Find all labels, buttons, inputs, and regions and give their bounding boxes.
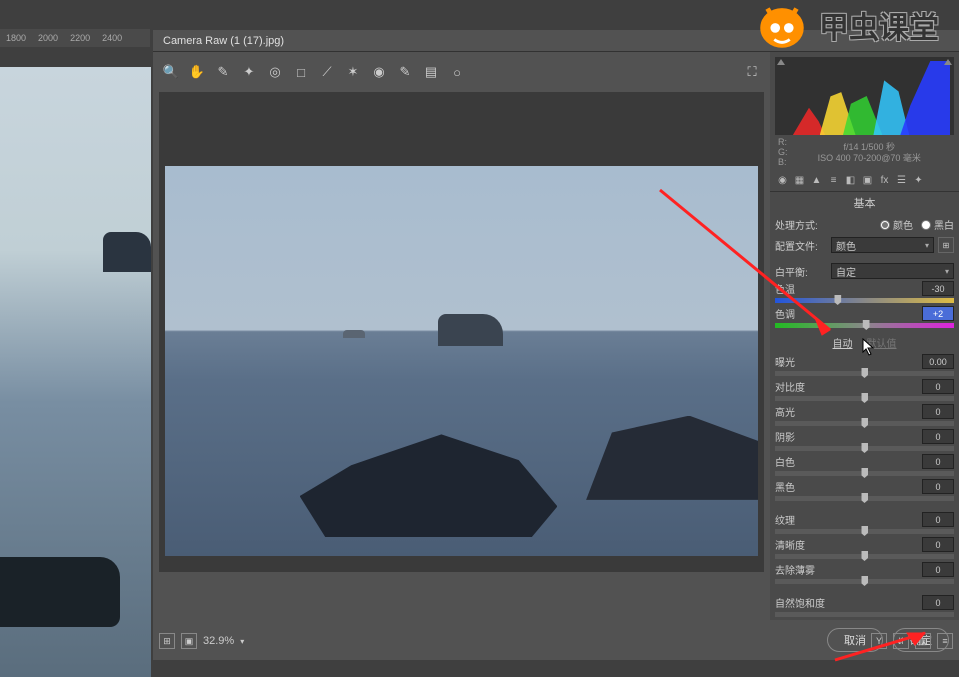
slider-value[interactable]: 0 [922, 562, 954, 577]
sampler-icon[interactable]: ✦ [241, 64, 257, 80]
rgb-readout: R:G:B: f/14 1/500 秒 ISO 400 70-200@70 毫米 [770, 135, 959, 169]
slider-黑色[interactable]: 黑色0 [770, 479, 959, 504]
target-adjust-icon[interactable]: ◎ [267, 64, 283, 80]
slider-白色[interactable]: 白色0 [770, 454, 959, 479]
zoom-dropdown-icon[interactable]: ▾ [240, 637, 244, 646]
slider-纹理[interactable]: 纹理0 [770, 512, 959, 537]
background-ruler: 1800 2000 2200 2400 [0, 29, 150, 47]
annotation-arrow-2 [825, 625, 945, 665]
bug-logo-icon [753, 0, 811, 50]
redeye-icon[interactable]: ◉ [371, 64, 387, 80]
slider-value[interactable]: 0 [922, 512, 954, 527]
slider-value[interactable]: 0 [922, 479, 954, 494]
toolbar: 🔍 ✋ ✎ ✦ ◎ □ ⟋ ✶ ◉ ✎ ▤ ○ ⛶ [159, 60, 764, 84]
grad-filter-icon[interactable]: ▤ [423, 64, 439, 80]
slider-去除薄雾[interactable]: 去除薄雾0 [770, 562, 959, 587]
radio-color[interactable]: 颜色 [880, 217, 913, 232]
tint-value: +2 [922, 306, 954, 321]
hand-tool-icon[interactable]: ✋ [189, 64, 205, 80]
expand-icon[interactable]: ⛶ [744, 64, 760, 80]
background-photo [0, 67, 151, 677]
slider-对比度[interactable]: 对比度0 [770, 379, 959, 404]
slider-value[interactable]: 0 [922, 429, 954, 444]
crop-tool-icon[interactable]: □ [293, 64, 309, 80]
slider-阴影[interactable]: 阴影0 [770, 429, 959, 454]
slider-清晰度[interactable]: 清晰度0 [770, 537, 959, 562]
brush-icon[interactable]: ✎ [397, 64, 413, 80]
slider-value[interactable]: 0 [922, 454, 954, 469]
tab-calib-icon[interactable]: ☰ [894, 173, 909, 187]
eyedropper-icon[interactable]: ✎ [215, 64, 231, 80]
mouse-cursor-icon [862, 338, 876, 356]
tab-preset-icon[interactable]: ✦ [911, 173, 926, 187]
slider-value[interactable]: 0 [922, 379, 954, 394]
vibrance-slider[interactable]: 自然饱和度0 [770, 595, 959, 620]
straighten-icon[interactable]: ⟋ [319, 64, 335, 80]
zoom-value[interactable]: 32.9% [203, 635, 234, 647]
fit-icon[interactable]: ▣ [181, 633, 197, 649]
shadow-clip-icon[interactable] [777, 59, 785, 65]
slider-value[interactable]: 0.00 [922, 354, 954, 369]
spot-removal-icon[interactable]: ✶ [345, 64, 361, 80]
footer-left: ⊞ ▣ 32.9% ▾ [159, 633, 244, 649]
histogram[interactable] [775, 57, 954, 135]
slider-value[interactable]: 0 [922, 537, 954, 552]
watermark-logo: 甲虫课堂 [753, 0, 939, 50]
tab-fx-icon[interactable]: fx [877, 173, 892, 187]
slider-高光[interactable]: 高光0 [770, 404, 959, 429]
slider-value[interactable]: 0 [922, 404, 954, 419]
vibrance-value: 0 [922, 595, 954, 610]
zoom-tool-icon[interactable]: 🔍 [163, 64, 179, 80]
radial-filter-icon[interactable]: ○ [449, 64, 465, 80]
grid-toggle-icon[interactable]: ⊞ [159, 633, 175, 649]
tab-lens-icon[interactable]: ▣ [860, 173, 875, 187]
annotation-arrow-1 [650, 180, 850, 360]
radio-bw[interactable]: 黑白 [921, 217, 954, 232]
profile-grid-icon[interactable]: ⊞ [938, 237, 954, 253]
temperature-value: -30 [922, 281, 954, 296]
highlight-clip-icon[interactable] [944, 59, 952, 65]
